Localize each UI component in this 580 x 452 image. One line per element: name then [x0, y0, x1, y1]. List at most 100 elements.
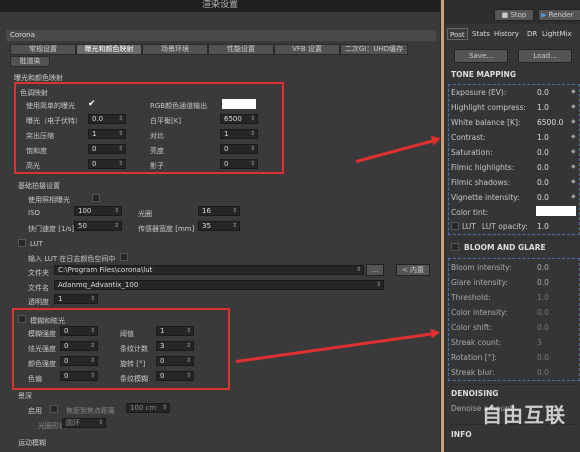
tab-dr[interactable]: DR [527, 28, 537, 40]
denoising-header: DENOISING [451, 389, 499, 398]
exposure-value[interactable]: 0.0 [537, 88, 549, 97]
filmic-highlights-value[interactable]: 0.0 [537, 163, 549, 172]
contrast-label: Contrast: [451, 133, 486, 142]
shutter-spinner[interactable]: 50 [74, 221, 122, 231]
filmic-shadows-label: Filmic shadows: [451, 178, 511, 187]
fstop-spinner[interactable]: 16 [198, 206, 240, 216]
use-photo-exposure-label: 使用照相曝光 [28, 196, 70, 204]
lut-file-label: 文件名 [28, 284, 49, 292]
saturation-label: Saturation: [451, 148, 493, 157]
lut-opacity-value[interactable]: 1.0 [537, 222, 549, 231]
color-shift-value[interactable]: 0.0 [537, 323, 549, 332]
iso-label: ISO [28, 209, 41, 217]
lut-opacity-spinner[interactable]: 1 [54, 294, 98, 304]
color-shift-label: Color shift: [451, 323, 492, 332]
vignette-spinner-icon[interactable]: ◆ [571, 193, 576, 200]
separator [450, 238, 576, 239]
contrast-value[interactable]: 1.0 [537, 133, 549, 142]
tab-exposure[interactable]: 曝光和颜色映射 [76, 44, 142, 55]
rotation-label: Rotation [°]: [451, 353, 497, 362]
load-button[interactable]: Load... [518, 49, 572, 63]
threshold-label: Threshold: [451, 293, 491, 302]
render-settings-window: 渲染设置 Corona 常规设置 曝光和颜色映射 场景环境 性能设置 VFB 设… [0, 0, 440, 452]
streak-blur-value[interactable]: 0.0 [537, 368, 549, 377]
tab-scene[interactable]: 场景环境 [142, 44, 208, 55]
bloom-intensity-label: Bloom intensity: [451, 263, 512, 272]
color-tint-swatch[interactable] [536, 206, 576, 216]
dof-enable-checkbox[interactable] [50, 405, 58, 413]
motion-blur-header: 运动模糊 [18, 439, 46, 447]
saturation-spinner-icon[interactable]: ◆ [571, 148, 576, 155]
window-title: 渲染设置 [0, 0, 440, 12]
tone-mapping-highlight-box [14, 82, 284, 174]
dof-header: 景深 [18, 392, 32, 400]
streak-blur-label: Streak blur: [451, 368, 495, 377]
streak-count-value[interactable]: 3 [537, 338, 542, 347]
saturation-value[interactable]: 0.0 [537, 148, 549, 157]
corona-rollout[interactable]: Corona [6, 30, 436, 41]
color-tint-label: Color tint: [451, 208, 489, 217]
tab-uhd[interactable]: 二次GI：UHD缓存 [340, 44, 408, 55]
filmic-shadows-value[interactable]: 0.0 [537, 178, 549, 187]
white-balance-label: White balance [K]: [451, 118, 521, 127]
filmic-highlights-label: Filmic highlights: [451, 163, 515, 172]
color-intensity-value[interactable]: 0.0 [537, 308, 549, 317]
vignette-label: Vignette intensity: [451, 193, 520, 202]
glare-intensity-value[interactable]: 0.0 [537, 278, 549, 287]
tab-post[interactable]: Post [447, 28, 468, 40]
color-intensity-label: Color intensity: [451, 308, 508, 317]
highlight-compress-spinner-icon[interactable]: ◆ [571, 103, 576, 110]
sensor-width-label: 传感器宽度 [mm] [138, 225, 195, 233]
fstop-label: 光圈 [138, 210, 152, 218]
sensor-width-spinner[interactable]: 35 [198, 221, 240, 231]
dof-distance-spinner[interactable]: 100 cm [126, 403, 170, 413]
filmic-highlights-spinner-icon[interactable]: ◆ [571, 163, 576, 170]
highlight-compress-value[interactable]: 1.0 [537, 103, 549, 112]
lut-label: LUT [462, 222, 476, 231]
lut-browse-button[interactable]: ... [366, 264, 384, 276]
lut-file-dropdown[interactable]: Adanmq_Advantix_100 [54, 280, 384, 290]
lut-log-checkbox[interactable] [120, 253, 128, 261]
lut-folder-label: 文件夹 [28, 269, 49, 277]
camera-header: 基础拍摄设置 [18, 182, 60, 190]
highlight-compress-label: Highlight compress: [451, 103, 526, 112]
bloom-header: BLOOM AND GLARE [464, 243, 546, 252]
dof-enable-label: 启用 [28, 407, 42, 415]
exposure-spinner-icon[interactable]: ◆ [571, 88, 576, 95]
tab-vfb[interactable]: VFB 设置 [274, 44, 340, 55]
use-photo-exposure-checkbox[interactable] [92, 194, 100, 202]
tab-lightmix[interactable]: LightMix [542, 28, 572, 40]
tab-common[interactable]: 常规设置 [10, 44, 76, 55]
glare-intensity-label: Glare intensity: [451, 278, 508, 287]
white-balance-value[interactable]: 6500.0 [537, 118, 563, 127]
vignette-value[interactable]: 0.0 [537, 193, 549, 202]
dof-distance-label: 焦距到焦点距离 [66, 407, 115, 415]
lut-builtin-button[interactable]: < 内置 [396, 264, 430, 276]
rotation-value[interactable]: 0.0 [537, 353, 549, 362]
dof-aperture-dropdown[interactable]: 圆环 [62, 418, 106, 428]
threshold-value[interactable]: 1.0 [537, 293, 549, 302]
tab-history[interactable]: History [494, 28, 519, 40]
filmic-shadows-spinner-icon[interactable]: ◆ [571, 178, 576, 185]
tab-batch[interactable]: 批渲染 [10, 56, 50, 67]
tone-mapping-header: TONE MAPPING [451, 70, 516, 79]
render-button[interactable]: ▶ Render [538, 9, 580, 21]
lut-opacity-label: LUT opacity: [482, 222, 528, 231]
save-button[interactable]: Save... [454, 49, 508, 63]
lut-opacity-label: 透明度 [28, 298, 49, 306]
contrast-spinner-icon[interactable]: ◆ [571, 133, 576, 140]
lut-header: LUT [30, 240, 43, 248]
tab-performance[interactable]: 性能设置 [208, 44, 274, 55]
bloom-intensity-value[interactable]: 0.0 [537, 263, 549, 272]
lut-folder-field[interactable]: C:\Program Files\corona\lut [54, 265, 364, 275]
exposure-label: Exposure (EV): [451, 88, 507, 97]
lut-checkbox[interactable] [451, 222, 459, 230]
iso-spinner[interactable]: 100 [74, 206, 122, 216]
bloom-checkbox[interactable] [451, 243, 459, 251]
lut-checkbox[interactable] [18, 239, 26, 247]
vfb-post-panel: ■ Stop ▶ Render Post Stats History DR Li… [441, 0, 580, 452]
stop-button[interactable]: ■ Stop [494, 9, 534, 21]
shutter-label: 快门速度 [1/s] [28, 225, 75, 233]
white-balance-spinner-icon[interactable]: ◆ [571, 118, 576, 125]
tab-stats[interactable]: Stats [472, 28, 490, 40]
